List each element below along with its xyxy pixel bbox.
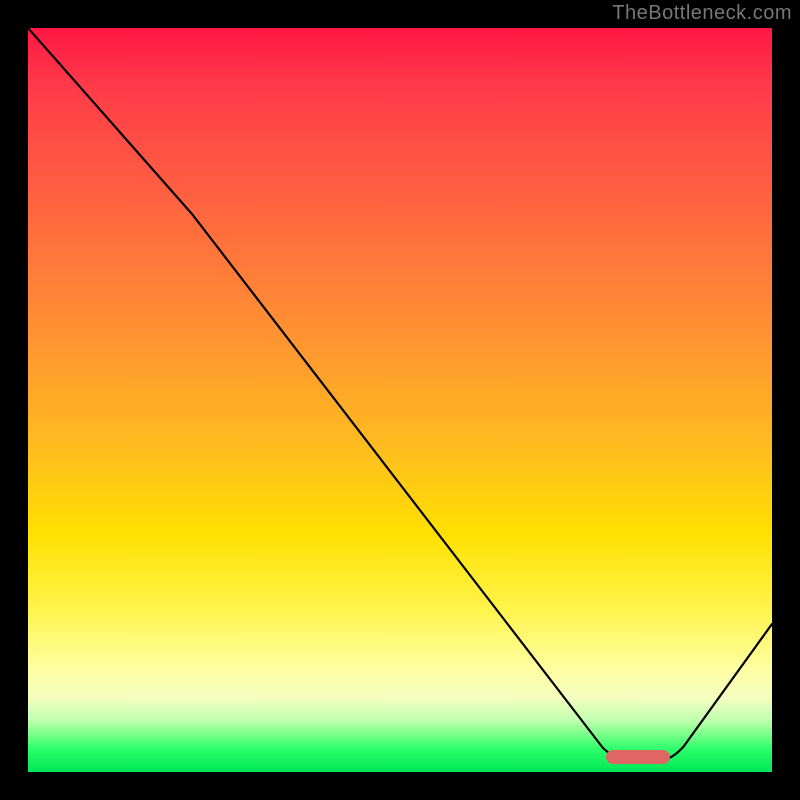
bottleneck-curve (28, 28, 772, 772)
chart-plot-area (28, 28, 772, 772)
watermark-text: TheBottleneck.com (612, 2, 792, 25)
chart-frame: TheBottleneck.com (0, 0, 800, 800)
target-range-marker (606, 750, 670, 764)
